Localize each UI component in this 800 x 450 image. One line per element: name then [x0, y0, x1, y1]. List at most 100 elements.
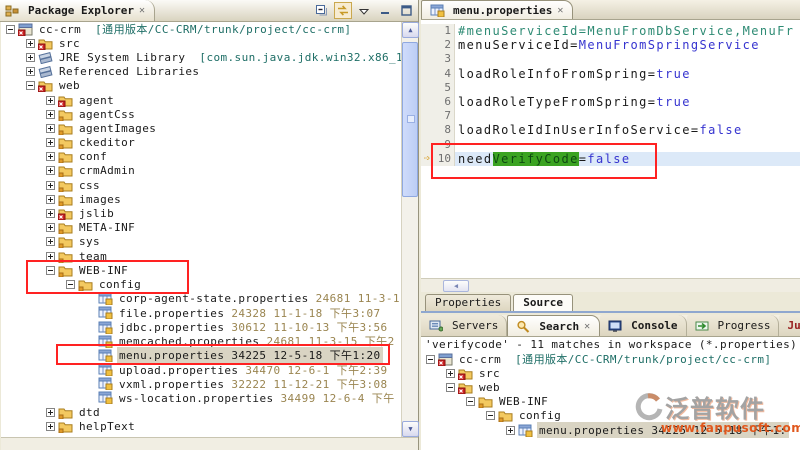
expand-icon[interactable] — [46, 252, 55, 261]
close-icon[interactable]: ✕ — [583, 321, 591, 332]
scroll-left-icon[interactable]: ◀ — [443, 280, 469, 292]
collapse-icon[interactable] — [66, 280, 75, 289]
scroll-up-icon[interactable]: ▲ — [402, 22, 419, 38]
tree-row[interactable]: images — [1, 192, 401, 206]
view-tab-servers[interactable]: Servers — [421, 315, 507, 336]
view-tab-ju[interactable]: Ju — [779, 315, 800, 336]
tree-row[interactable]: JRE System Library [com.sun.java.jdk.win… — [1, 50, 401, 64]
close-icon[interactable]: ✕ — [138, 5, 146, 16]
collapse-icon[interactable] — [426, 355, 435, 364]
tree-row[interactable]: WEB-INF — [1, 263, 401, 277]
view-menu-icon[interactable] — [355, 2, 373, 19]
marker-bar — [421, 95, 433, 109]
tree-row[interactable]: css — [1, 178, 401, 192]
properties-file-icon — [98, 306, 114, 320]
scroll-down-icon[interactable]: ▼ — [402, 421, 419, 437]
tree-row[interactable]: src — [421, 366, 800, 380]
expand-icon[interactable] — [46, 223, 55, 232]
page-tab-source[interactable]: Source — [513, 294, 573, 311]
link-with-editor-icon[interactable] — [334, 2, 352, 19]
tree-item-meta: 34499 12-6-4 下午 — [281, 392, 395, 405]
tree-row[interactable]: agentCss — [1, 107, 401, 121]
tree-row[interactable]: upload.properties34470 12-6-1 下午2:39 — [1, 363, 401, 377]
expand-icon[interactable] — [26, 39, 35, 48]
editor-line: 9 — [421, 138, 800, 152]
view-tab-progress[interactable]: Progress — [687, 315, 780, 336]
expand-icon[interactable] — [46, 152, 55, 161]
vertical-scrollbar[interactable]: ▲ ▼ — [401, 22, 418, 437]
tree-row[interactable]: menu.properties34225 12-5-18 下午1:20 — [1, 348, 401, 362]
tree-item-label: conf — [77, 150, 109, 163]
tree-row[interactable]: config — [1, 277, 401, 291]
expand-icon[interactable] — [506, 426, 515, 435]
view-tab-console[interactable]: Console — [600, 315, 686, 336]
expand-icon[interactable] — [46, 181, 55, 190]
expand-icon[interactable] — [46, 96, 55, 105]
search-results-tree[interactable]: cc-crm [通用版本/CC-CRM/trunk/project/cc-crm… — [421, 352, 800, 437]
expand-icon[interactable] — [46, 209, 55, 218]
tree-item-name: file.properties — [119, 307, 224, 320]
view-tab-search[interactable]: Search✕ — [507, 315, 600, 336]
marker-bar — [421, 138, 433, 152]
tree-row[interactable]: team — [1, 249, 401, 263]
tree-row[interactable]: cc-crm [通用版本/CC-CRM/trunk/project/cc-crm… — [421, 352, 800, 366]
expand-icon[interactable] — [46, 422, 55, 431]
tree-row[interactable]: config — [421, 409, 800, 423]
tree-row[interactable]: META-INF — [1, 221, 401, 235]
tree-row[interactable]: conf — [1, 150, 401, 164]
tree-row[interactable]: jslib — [1, 206, 401, 220]
expand-icon[interactable] — [46, 110, 55, 119]
expand-icon[interactable] — [26, 67, 35, 76]
scrollbar-thumb[interactable] — [402, 42, 418, 197]
tree-row[interactable]: cc-crm [通用版本/CC-CRM/trunk/project/cc-crm… — [1, 22, 401, 36]
tree-row[interactable]: src — [1, 36, 401, 50]
tree-row[interactable]: vxml.properties32222 11-12-21 下午3:08 — [1, 377, 401, 391]
minimize-icon[interactable] — [376, 2, 394, 19]
tree-row[interactable]: menu.properties34225 12-5-18 下午1: — [421, 423, 800, 437]
tree-row[interactable]: web — [1, 79, 401, 93]
tree-row[interactable]: web — [421, 380, 800, 394]
tree-row[interactable]: agentImages — [1, 121, 401, 135]
tree-row[interactable]: memcached.properties24681 11-3-15 下午2 — [1, 334, 401, 348]
collapse-icon[interactable] — [466, 397, 475, 406]
tree-row[interactable]: crmAdmin — [1, 164, 401, 178]
collapse-all-icon[interactable] — [313, 2, 331, 19]
expand-icon[interactable] — [46, 237, 55, 246]
editor-tab-menu-properties[interactable]: menu.properties ✕ — [421, 0, 573, 19]
expand-icon[interactable] — [446, 369, 455, 378]
horizontal-scrollbar[interactable] — [1, 437, 418, 450]
tree-item-name: agentImages — [79, 122, 156, 135]
tree-item-label: corp-agent-state.properties24681 11-3-1 — [117, 292, 401, 305]
expand-icon[interactable] — [26, 53, 35, 62]
editor-text-area[interactable]: 1#menuServiceId=MenuFromDbService,MenuFr… — [421, 20, 800, 278]
expand-icon[interactable] — [46, 124, 55, 133]
tree-row[interactable]: jdbc.properties30612 11-10-13 下午3:56 — [1, 320, 401, 334]
tree-row[interactable]: file.properties24328 11-1-18 下午3:07 — [1, 306, 401, 320]
expand-icon[interactable] — [46, 195, 55, 204]
tree-row[interactable]: WEB-INF — [421, 395, 800, 409]
collapse-icon[interactable] — [26, 81, 35, 90]
editor-horizontal-scrollbar[interactable]: ◀ — [421, 278, 800, 292]
tree-row[interactable]: sys — [1, 235, 401, 249]
tree-row[interactable]: Referenced Libraries — [1, 65, 401, 79]
tree-item-label: web — [57, 79, 82, 92]
tree-row[interactable]: ckeditor — [1, 136, 401, 150]
collapse-icon[interactable] — [46, 266, 55, 275]
collapse-icon[interactable] — [486, 411, 495, 420]
collapse-icon[interactable] — [6, 25, 15, 34]
close-icon[interactable]: ✕ — [556, 5, 564, 16]
page-tab-properties[interactable]: Properties — [425, 294, 511, 311]
tree-row[interactable]: dtd — [1, 405, 401, 419]
package-explorer-tab[interactable]: Package Explorer ✕ — [0, 0, 155, 21]
tree-row[interactable]: agent — [1, 93, 401, 107]
expand-icon[interactable] — [46, 408, 55, 417]
tree-row[interactable]: ws-location.properties34499 12-6-4 下午 — [1, 391, 401, 405]
collapse-icon[interactable] — [446, 383, 455, 392]
expand-icon[interactable] — [46, 166, 55, 175]
maximize-icon[interactable] — [397, 2, 415, 19]
tree-row[interactable]: corp-agent-state.properties24681 11-3-1 — [1, 292, 401, 306]
search-view: 'verifycode' - 11 matches in workspace (… — [421, 337, 800, 450]
expand-icon[interactable] — [46, 138, 55, 147]
tree-row[interactable]: helpText — [1, 419, 401, 433]
package-explorer-tree[interactable]: cc-crm [通用版本/CC-CRM/trunk/project/cc-crm… — [1, 22, 401, 437]
